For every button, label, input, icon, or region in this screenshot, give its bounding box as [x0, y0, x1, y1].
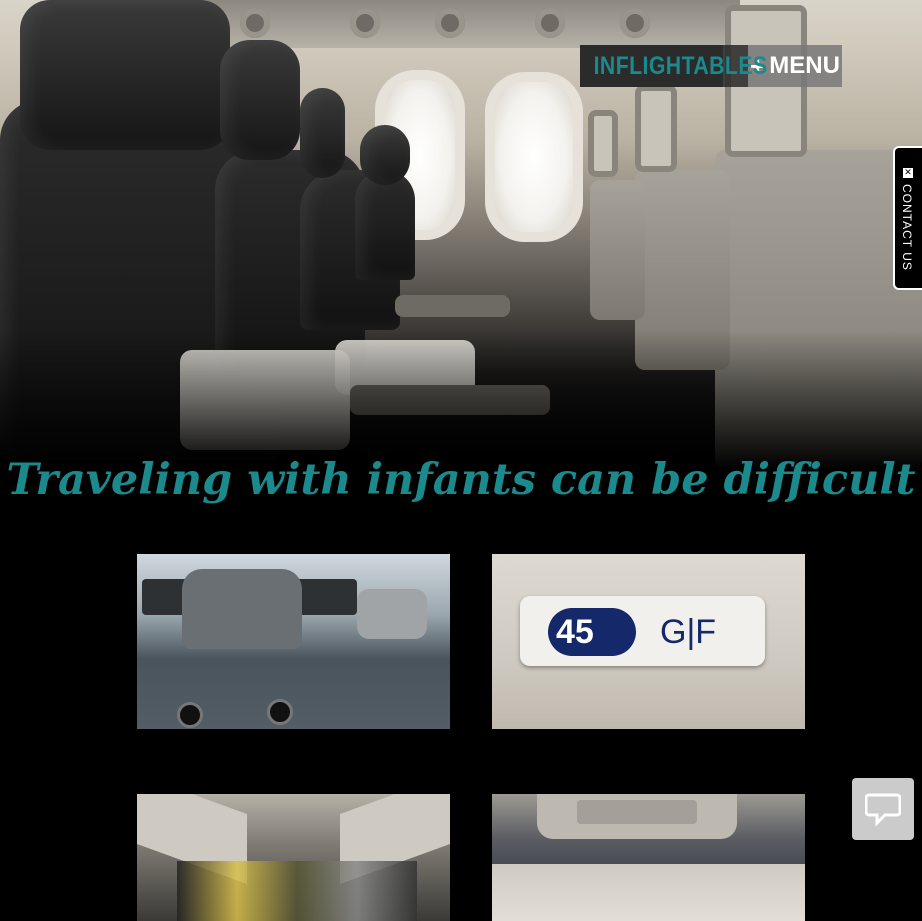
- seatback-screen: [635, 85, 677, 172]
- brand-name: INFLIGHTABLES: [580, 45, 767, 87]
- seatback-screen: [588, 110, 618, 177]
- tag-letters: G|F: [660, 613, 717, 651]
- page-headline: Traveling with infants can be difficult: [6, 455, 916, 505]
- headrest: [220, 40, 300, 160]
- stroller: [182, 569, 302, 649]
- wheel: [267, 699, 293, 725]
- air-vent-icon: [620, 8, 650, 38]
- air-vent-icon: [350, 8, 380, 38]
- gallery-image-aisle[interactable]: [137, 794, 450, 921]
- headrest: [20, 0, 230, 150]
- close-icon[interactable]: ✕: [903, 168, 913, 178]
- gallery-image-seat-tag[interactable]: 45 G|F: [492, 554, 805, 729]
- hero-fade: [0, 330, 922, 470]
- chat-button[interactable]: [852, 778, 914, 840]
- header-bar: INFLIGHTABLES + MENU: [580, 45, 842, 87]
- armrest: [395, 295, 510, 317]
- seat-back-lower: [492, 864, 805, 921]
- chat-bubble-icon: [865, 793, 901, 826]
- air-vent-icon: [240, 8, 270, 38]
- headrest: [300, 88, 345, 178]
- gallery-image-stroller[interactable]: [137, 554, 450, 729]
- seat-tag: 45 G|F: [520, 596, 765, 666]
- tag-number: 45: [556, 613, 594, 651]
- monitor-screen: [577, 800, 697, 824]
- cabin-window: [485, 72, 583, 242]
- seat-back: [590, 180, 645, 320]
- headrest: [360, 125, 410, 185]
- air-vent-icon: [535, 8, 565, 38]
- wheel: [177, 702, 203, 728]
- air-vent-icon: [435, 8, 465, 38]
- contact-us-label: CONTACT US: [900, 184, 914, 271]
- seat: [355, 170, 415, 280]
- site-logo[interactable]: INFLIGHTABLES: [580, 45, 767, 87]
- menu-label: MENU: [769, 52, 840, 79]
- monitor: [537, 794, 737, 839]
- car-seat: [357, 589, 427, 639]
- gallery-image-seatback-screen[interactable]: [492, 794, 805, 921]
- passengers: [177, 861, 417, 921]
- contact-us-tab[interactable]: ✕ CONTACT US: [893, 146, 922, 290]
